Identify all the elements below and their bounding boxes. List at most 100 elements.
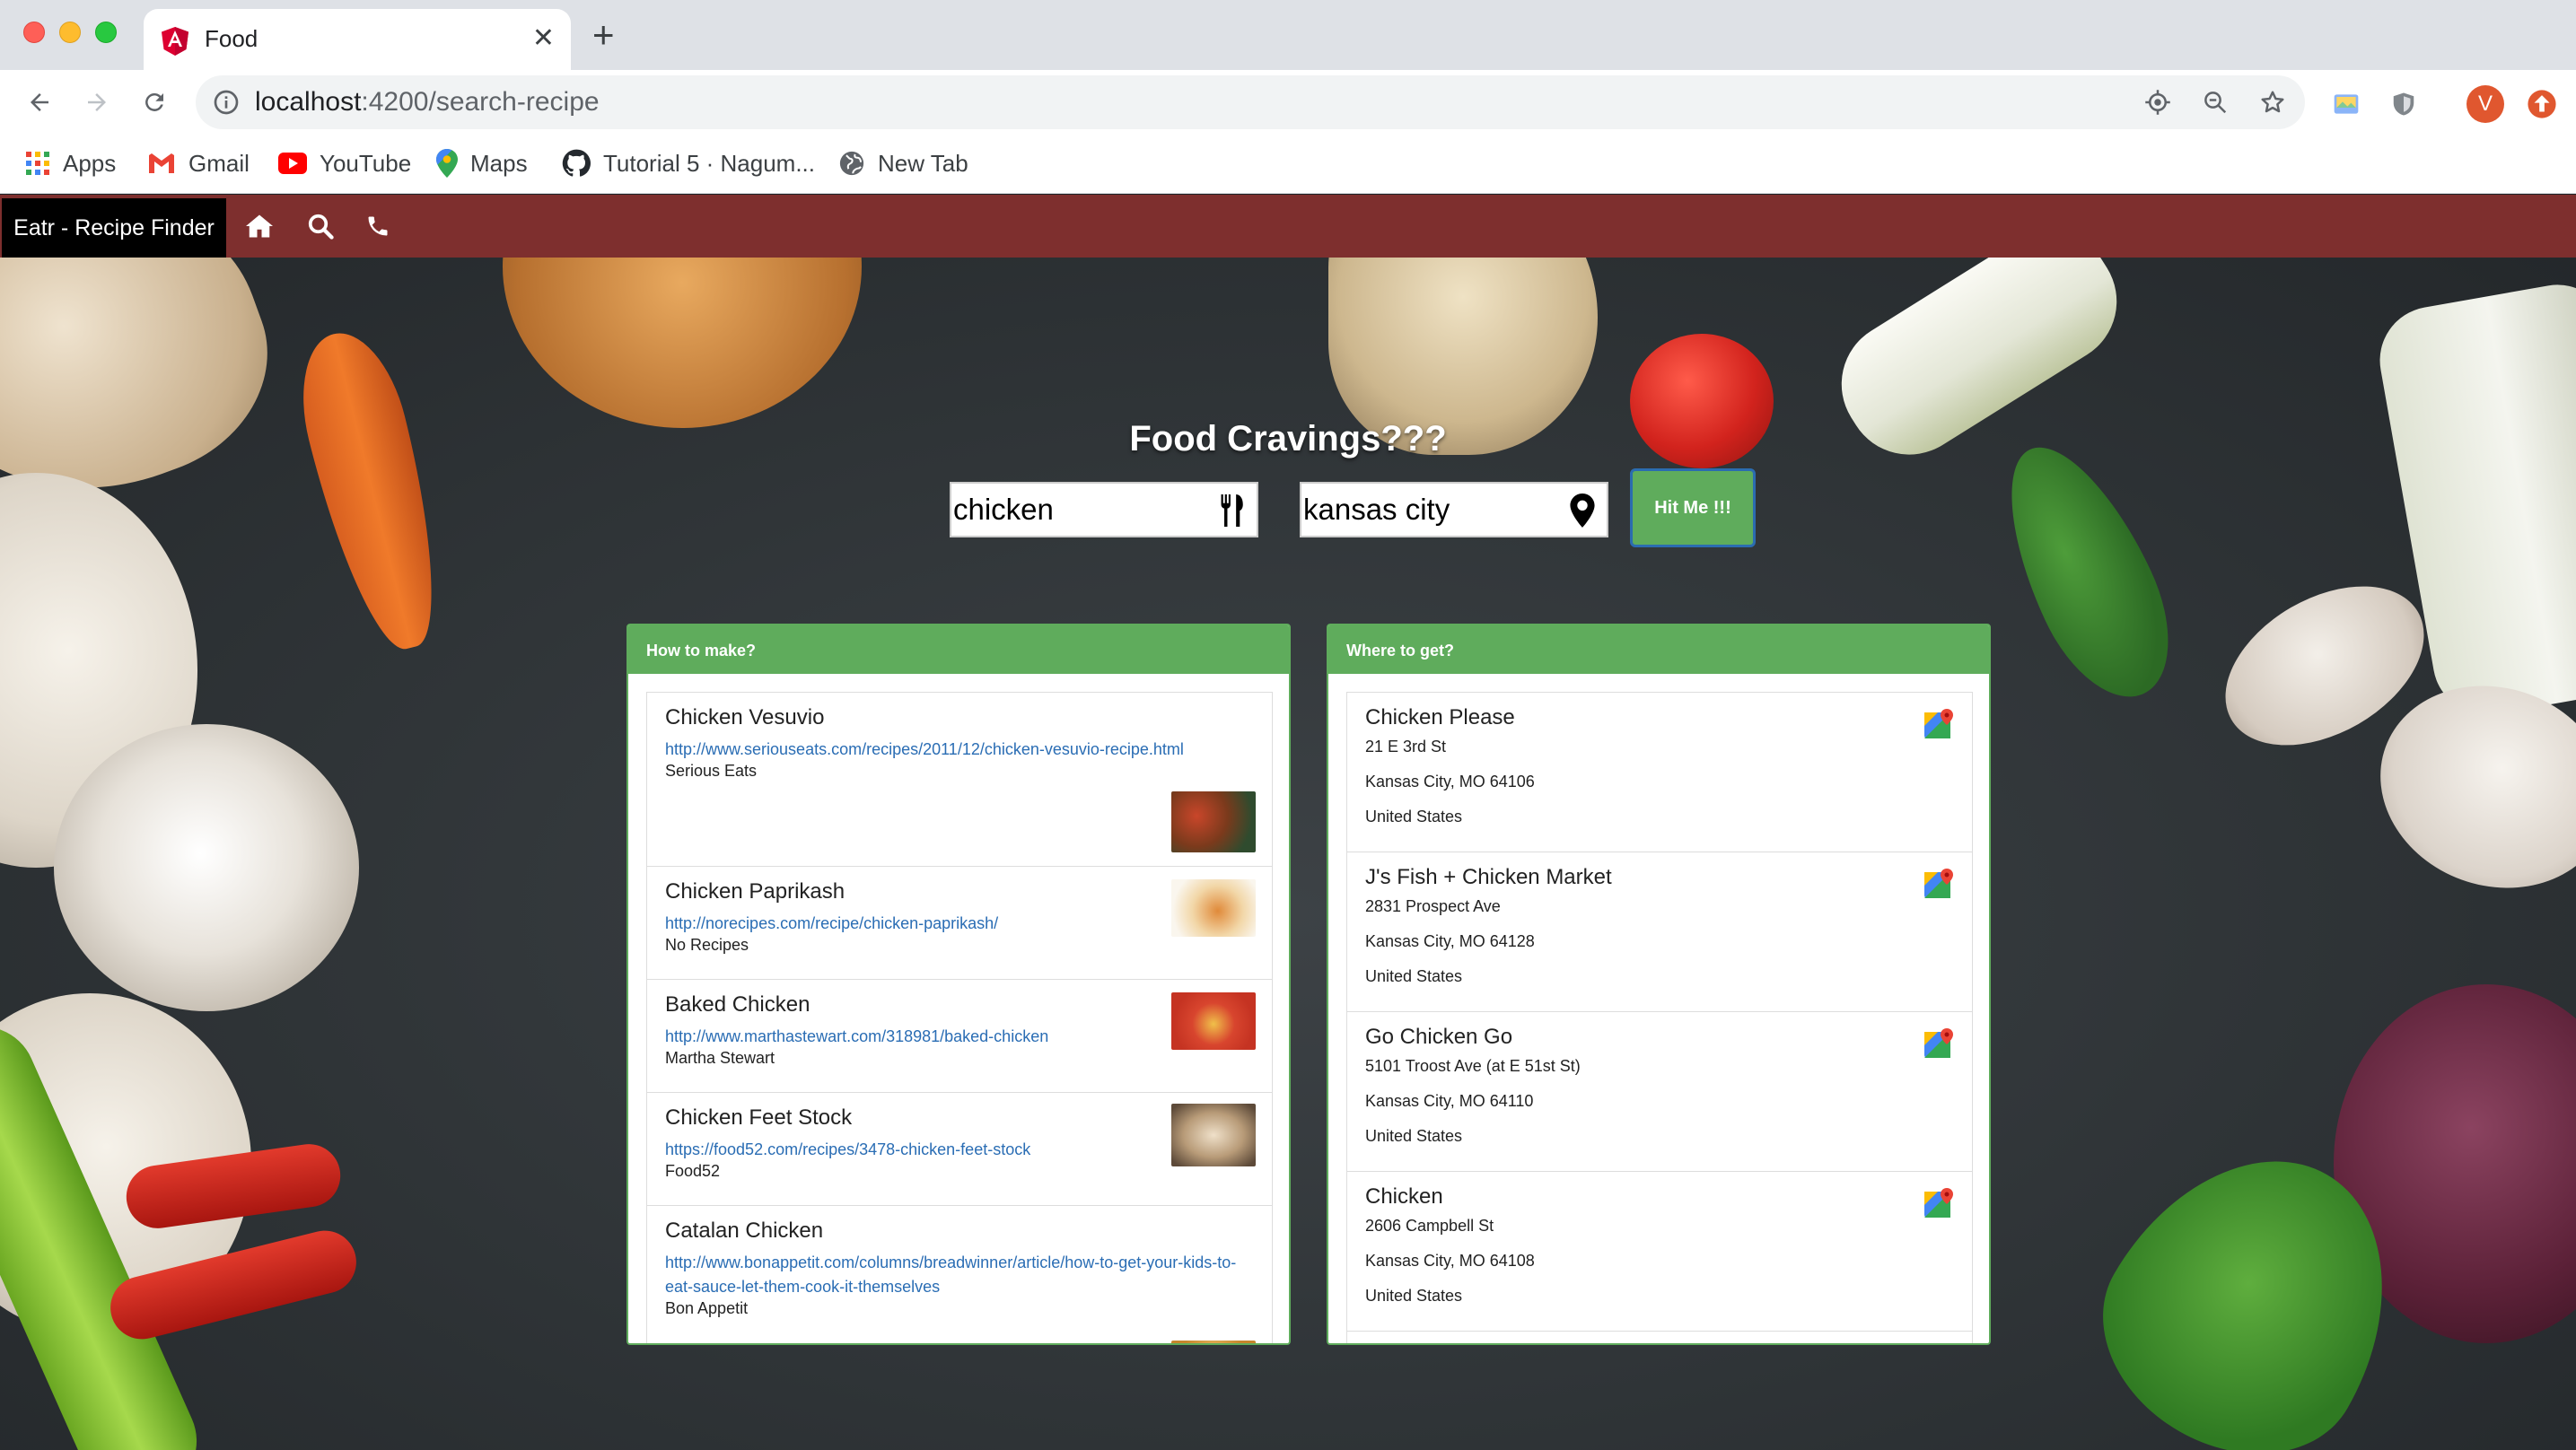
bookmark-new-tab[interactable]: New Tab (838, 145, 968, 181)
recipe-item[interactable]: Chicken Feet Stock https://food52.com/re… (646, 1092, 1273, 1205)
place-city: Kansas City, MO 64128 (1365, 932, 1535, 950)
recipe-source: Serious Eats (665, 762, 758, 780)
reload-icon[interactable] (135, 83, 174, 122)
location-search-input[interactable] (1303, 484, 1564, 536)
mushroom-cap-decoration (54, 724, 359, 1011)
google-maps-icon[interactable] (1923, 869, 1954, 899)
bookmark-apps[interactable]: Apps (25, 145, 116, 181)
bookmark-tutorial[interactable]: Tutorial 5 · Nagum... (562, 145, 815, 181)
bookmark-youtube[interactable]: YouTube (278, 145, 411, 181)
place-item[interactable]: Chicken Please 21 E 3rd St Kansas City, … (1346, 692, 1973, 852)
recipe-item[interactable]: Baked Chicken http://www.marthastewart.c… (646, 979, 1273, 1092)
recipe-name: Baked Chicken (665, 992, 810, 1017)
site-info-icon[interactable] (212, 88, 241, 117)
window-maximize-button[interactable] (95, 22, 117, 43)
window-minimize-button[interactable] (59, 22, 81, 43)
maps-icon (436, 149, 458, 178)
place-name: Go Chicken Go (1365, 1025, 1513, 1049)
map-marker-icon (1565, 493, 1599, 528)
utensils-icon (1215, 493, 1249, 528)
google-maps-icon[interactable] (1923, 709, 1954, 739)
hero-background: Food Cravings??? Hit Me !!! How to make? (0, 258, 2576, 1450)
url-text: localhost:4200/search-recipe (255, 87, 600, 117)
search-icon[interactable] (305, 211, 336, 241)
google-maps-icon[interactable] (1923, 1028, 1954, 1059)
angular-favicon-icon (162, 27, 188, 56)
recipe-thumbnail (1171, 791, 1256, 852)
bookmark-maps[interactable]: Maps (436, 145, 528, 181)
hit-me-button[interactable]: Hit Me !!! (1630, 468, 1756, 547)
tab-close-icon[interactable]: ✕ (532, 23, 555, 54)
recipe-item[interactable]: Catalan Chicken http://www.bonappetit.co… (646, 1205, 1273, 1343)
recipe-source: Food52 (665, 1162, 721, 1180)
recipes-panel: How to make? Chicken Vesuvio http://www.… (626, 624, 1291, 1345)
recipes-panel-header: How to make? (628, 625, 1289, 674)
place-country: United States (1365, 808, 1463, 825)
browser-tab[interactable]: Food ✕ (144, 9, 571, 70)
place-name: Chicken Please (1365, 705, 1515, 729)
window-close-button[interactable] (23, 22, 45, 43)
apps-grid-icon (26, 152, 49, 175)
recipe-name: Catalan Chicken (665, 1219, 824, 1243)
web-page: Eatr - Recipe Finder Food Cravings??? ch… (0, 195, 2576, 1450)
recipe-thumbnail (1171, 879, 1256, 937)
recipe-item[interactable]: Chicken Vesuvio http://www.seriouseats.c… (646, 692, 1273, 866)
place-item[interactable]: Chicken 2606 Campbell St Kansas City, MO… (1346, 1171, 1973, 1331)
profile-avatar[interactable]: V (2466, 85, 2504, 123)
app-navbar: Eatr - Recipe Finder (0, 195, 2576, 258)
place-street: 21 E 3rd St (1365, 738, 1447, 756)
browser-toolbar: localhost:4200/search-recipe V (0, 70, 2576, 135)
recipe-source: Bon Appetit (665, 1299, 749, 1317)
recipe-item[interactable]: Chicken Paprikash http://norecipes.com/r… (646, 866, 1273, 979)
recipe-link[interactable]: http://www.bonappetit.com/columns/breadw… (665, 1251, 1240, 1299)
shield-extension-icon[interactable] (2388, 88, 2420, 120)
update-icon[interactable] (2526, 88, 2558, 120)
recipe-name: Chicken Paprikash (665, 879, 846, 904)
recipe-source: Martha Stewart (665, 1049, 775, 1067)
bookmark-gmail[interactable]: Gmail (147, 145, 250, 181)
recipe-link[interactable]: https://food52.com/recipes/3478-chicken-… (665, 1138, 1254, 1162)
food-search-input[interactable] (953, 484, 1214, 536)
back-arrow-icon[interactable] (20, 83, 59, 122)
recipe-thumbnail (1171, 992, 1256, 1050)
recipe-link[interactable]: http://www.marthastewart.com/318981/bake… (665, 1025, 1254, 1049)
brand-link[interactable]: Eatr - Recipe Finder (2, 198, 226, 258)
place-street: 2831 Prospect Ave (1365, 897, 1501, 915)
recipe-thumbnail (1171, 1341, 1256, 1343)
tab-title: Food (205, 25, 258, 52)
place-city: Kansas City, MO 64106 (1365, 773, 1535, 791)
place-name: J's Fish + Chicken Market (1365, 865, 1612, 889)
new-tab-icon[interactable]: + (592, 16, 615, 54)
bookmark-star-icon[interactable] (2256, 86, 2289, 118)
place-country: United States (1365, 1287, 1463, 1305)
place-city: Kansas City, MO 64108 (1365, 1252, 1535, 1270)
place-item[interactable]: Go Chicken Go 5101 Troost Ave (at E 51st… (1346, 1011, 1973, 1171)
recipe-link[interactable]: http://norecipes.com/recipe/chicken-papr… (665, 912, 1254, 936)
location-target-icon[interactable] (2142, 86, 2174, 118)
food-search-field (950, 482, 1258, 537)
places-panel-header: Where to get? (1328, 625, 1989, 674)
recipes-list: Chicken Vesuvio http://www.seriouseats.c… (646, 692, 1273, 1343)
phone-icon[interactable] (363, 211, 393, 241)
forward-arrow-icon[interactable] (77, 83, 117, 122)
place-country: United States (1365, 1127, 1463, 1145)
carrot-decoration (285, 322, 460, 659)
recipe-name: Chicken Vesuvio (665, 705, 825, 729)
places-list: Chicken Please 21 E 3rd St Kansas City, … (1346, 692, 1973, 1343)
home-icon[interactable] (244, 211, 275, 241)
extension-image-icon[interactable] (2330, 88, 2362, 120)
place-street: 5101 Troost Ave (at E 51st St) (1365, 1057, 1581, 1075)
github-icon (562, 149, 591, 177)
location-search-field (1300, 482, 1608, 537)
zoom-icon[interactable] (2199, 86, 2231, 118)
gmail-icon (149, 153, 174, 173)
basil-leaf-decoration (1976, 424, 2197, 719)
place-item[interactable]: J's Fish + Chicken Market 2831 Prospect … (1346, 852, 1973, 1011)
recipe-link[interactable]: http://www.seriouseats.com/recipes/2011/… (665, 738, 1254, 762)
google-maps-icon[interactable] (1923, 1188, 1954, 1219)
address-bar[interactable]: localhost:4200/search-recipe (196, 75, 2305, 129)
youtube-icon (278, 153, 307, 174)
globe-icon (839, 151, 864, 176)
place-item[interactable] (1346, 1331, 1973, 1343)
recipe-source: No Recipes (665, 936, 749, 954)
